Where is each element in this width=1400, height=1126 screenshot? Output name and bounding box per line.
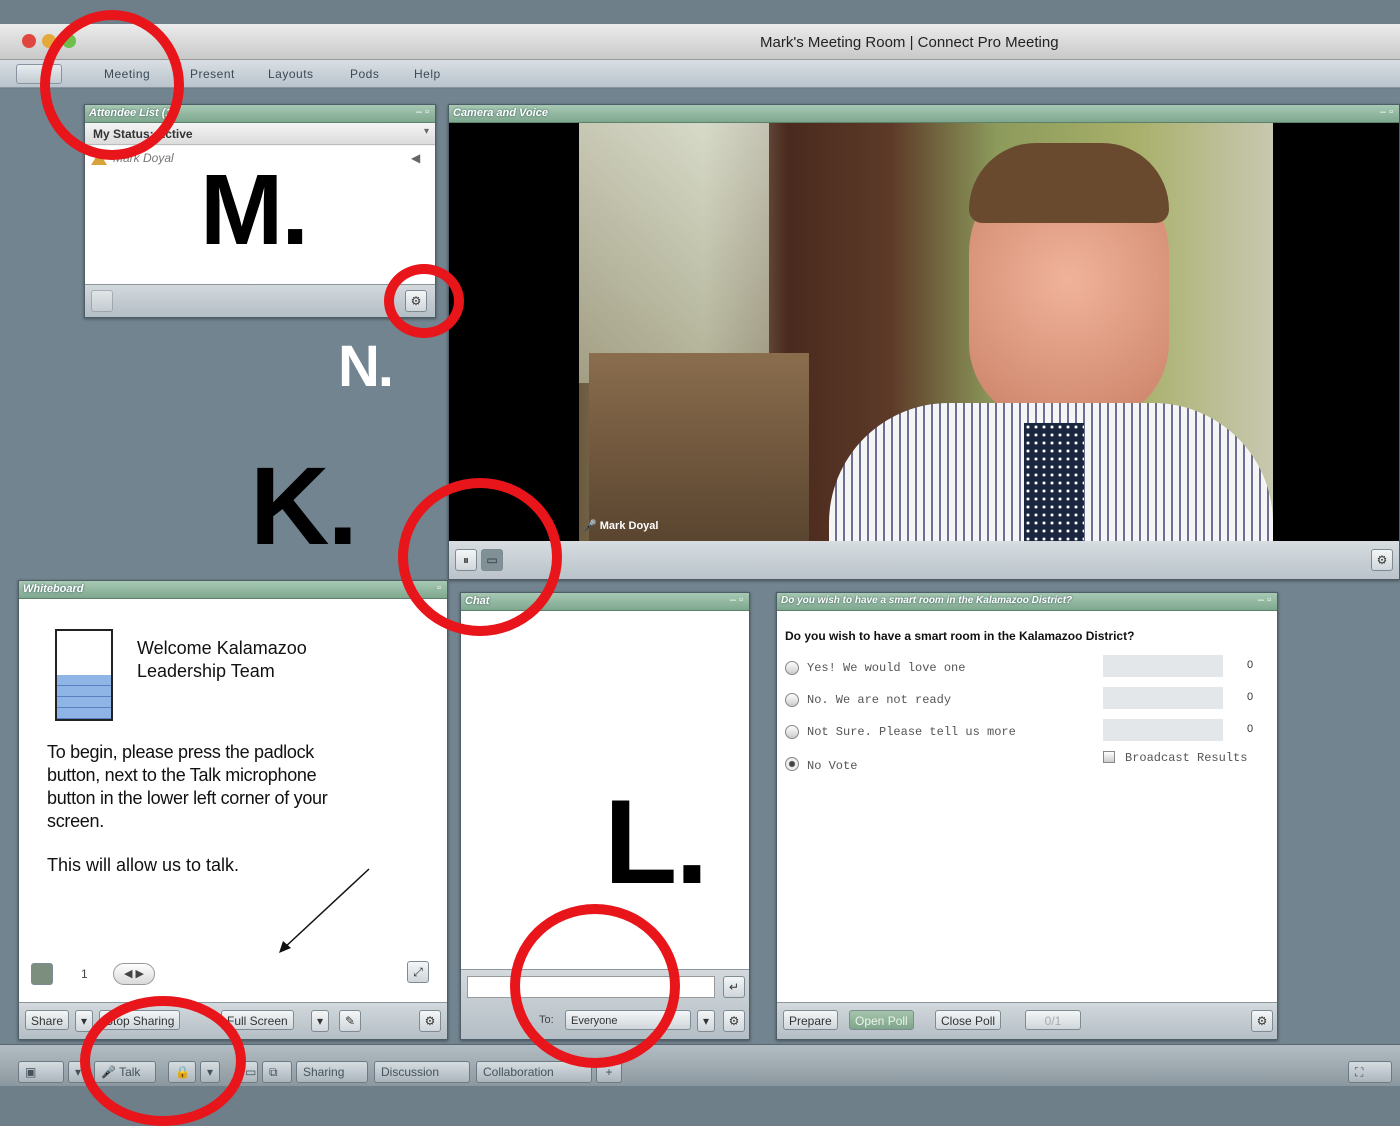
pod-options-icon[interactable]: ⚙: [723, 1010, 745, 1032]
annotation-label-k: K.: [250, 445, 358, 568]
poll-pod: Do you wish to have a smart room in the …: [776, 592, 1278, 1040]
poll-option-radio-selected[interactable]: [785, 757, 799, 771]
poll-question: Do you wish to have a smart room in the …: [785, 629, 1135, 643]
poll-result-bar: [1103, 655, 1223, 677]
menu-present[interactable]: Present: [190, 67, 235, 81]
poll-option-count: 0: [1247, 659, 1254, 671]
speaker-icon: ◀: [411, 151, 421, 165]
annotation-ring-k: [398, 478, 562, 636]
menu-help[interactable]: Help: [414, 67, 441, 81]
arrow-drawing: [279, 868, 370, 953]
pod-header: Do you wish to have a smart room in the …: [777, 593, 1277, 611]
camera-controls: ⏸ ▭ ⚙: [449, 541, 1399, 579]
presenter-menu-icon[interactable]: ▣: [18, 1061, 64, 1083]
menu-layouts[interactable]: Layouts: [268, 67, 314, 81]
poll-option-radio[interactable]: [785, 693, 799, 707]
annotation-ring-l: [510, 904, 680, 1068]
share-button[interactable]: Share: [25, 1010, 70, 1030]
presenter-hair: [969, 143, 1169, 223]
window-title: Mark's Meeting Room | Connect Pro Meetin…: [760, 34, 1059, 51]
chevron-down-icon[interactable]: ▾: [424, 126, 429, 137]
fullscreen-toggle-icon[interactable]: ⛶: [1348, 1061, 1392, 1083]
open-poll-button[interactable]: Open Poll: [849, 1010, 914, 1030]
pod-menu-icon[interactable]: – ▫: [1380, 106, 1393, 118]
whiteboard-tool-button[interactable]: [31, 963, 53, 985]
layout-icon[interactable]: ⧉: [262, 1061, 292, 1083]
broadcast-results-label: Broadcast Results: [1125, 751, 1248, 765]
pod-header: Camera and Voice – ▫: [449, 105, 1399, 123]
poll-option-count: 0: [1247, 723, 1254, 735]
poll-result-bar: [1103, 719, 1223, 741]
page-nav-arrows[interactable]: ◀ ▶: [113, 963, 155, 985]
poll-result-bar: [1103, 687, 1223, 709]
sofa-backdrop: [589, 353, 809, 541]
tab-discussion[interactable]: Discussion: [374, 1061, 470, 1083]
video-area: 🎤 Mark Doyal: [449, 123, 1399, 541]
pod-menu-icon[interactable]: – ▫: [730, 594, 743, 606]
window-title-bar: Mark's Meeting Room | Connect Pro Meetin…: [0, 24, 1400, 60]
set-role-button[interactable]: [91, 290, 113, 312]
poll-option-count: 0: [1247, 691, 1254, 703]
poll-option-label: Yes! We would love one: [807, 661, 966, 675]
prepare-button[interactable]: Prepare: [783, 1010, 838, 1030]
annotation-ring-m: [40, 10, 184, 160]
pod-menu-icon[interactable]: – ▫: [416, 106, 429, 118]
annotation-label-l: L.: [604, 775, 709, 909]
pod-options-icon[interactable]: ⚙: [1251, 1010, 1273, 1032]
pod-title: Do you wish to have a smart room in the …: [781, 595, 1073, 606]
poll-option-label: No. We are not ready: [807, 693, 952, 707]
padlock-fill: [57, 675, 111, 719]
annotation-ring-talk: [80, 996, 246, 1126]
window-backdrop: [579, 123, 769, 383]
video-speaker-label: 🎤 Mark Doyal: [583, 520, 659, 532]
close-window-button[interactable]: [22, 34, 36, 48]
full-screen-dropdown-icon[interactable]: ▾: [311, 1010, 329, 1032]
pod-title: Whiteboard: [23, 583, 84, 595]
poll-option-label: Not Sure. Please tell us more: [807, 725, 1016, 739]
padlock-drawing: [55, 629, 113, 721]
annotation-label-n: N.: [338, 334, 394, 399]
speaker-name: Mark Doyal: [599, 520, 659, 532]
pod-footer: ⚙: [85, 284, 435, 317]
pod-footer: Prepare Open Poll Close Poll 0/1 ⚙: [777, 1002, 1277, 1039]
pod-title: Camera and Voice: [453, 107, 548, 119]
annotation-ring-n: [384, 264, 464, 338]
close-poll-button[interactable]: Close Poll: [935, 1010, 1002, 1030]
recipient-dropdown-icon[interactable]: ▾: [697, 1010, 715, 1032]
menu-pods[interactable]: Pods: [350, 67, 379, 81]
page-number: 1: [81, 967, 88, 981]
presenter-tie: [1024, 423, 1084, 541]
poll-option-radio[interactable]: [785, 661, 799, 675]
poll-option-label: No Vote: [807, 759, 858, 773]
annotation-label-m: M.: [200, 154, 309, 266]
broadcast-results-checkbox[interactable]: [1103, 751, 1115, 763]
pod-header: Whiteboard ▫: [19, 581, 447, 599]
send-message-icon[interactable]: ↵: [723, 976, 745, 998]
welcome-text: Welcome Kalamazoo Leadership Team: [137, 638, 307, 681]
pod-options-icon[interactable]: ⚙: [1371, 549, 1393, 571]
whiteboard-pod: Whiteboard ▫ Welcome Kalamazoo Leadershi…: [18, 580, 448, 1040]
pod-options-icon[interactable]: ⚙: [419, 1010, 441, 1032]
draw-tool-icon[interactable]: ✎: [339, 1010, 361, 1032]
poll-progress: 0/1: [1025, 1010, 1081, 1030]
instructions-text: To begin, please press the padlock butto…: [47, 742, 328, 831]
tab-sharing[interactable]: Sharing: [296, 1061, 368, 1083]
pod-menu-icon[interactable]: – ▫: [1258, 594, 1271, 606]
whiteboard-fit-icon[interactable]: ⤢: [407, 961, 429, 983]
menu-bar: Meeting Present Layouts Pods Help: [0, 60, 1400, 88]
poll-option-radio[interactable]: [785, 725, 799, 739]
camera-voice-pod: Camera and Voice – ▫ 🎤 Mark Doyal ⏸ ▭ ⚙: [448, 104, 1400, 580]
video-feed: 🎤 Mark Doyal: [579, 123, 1273, 541]
